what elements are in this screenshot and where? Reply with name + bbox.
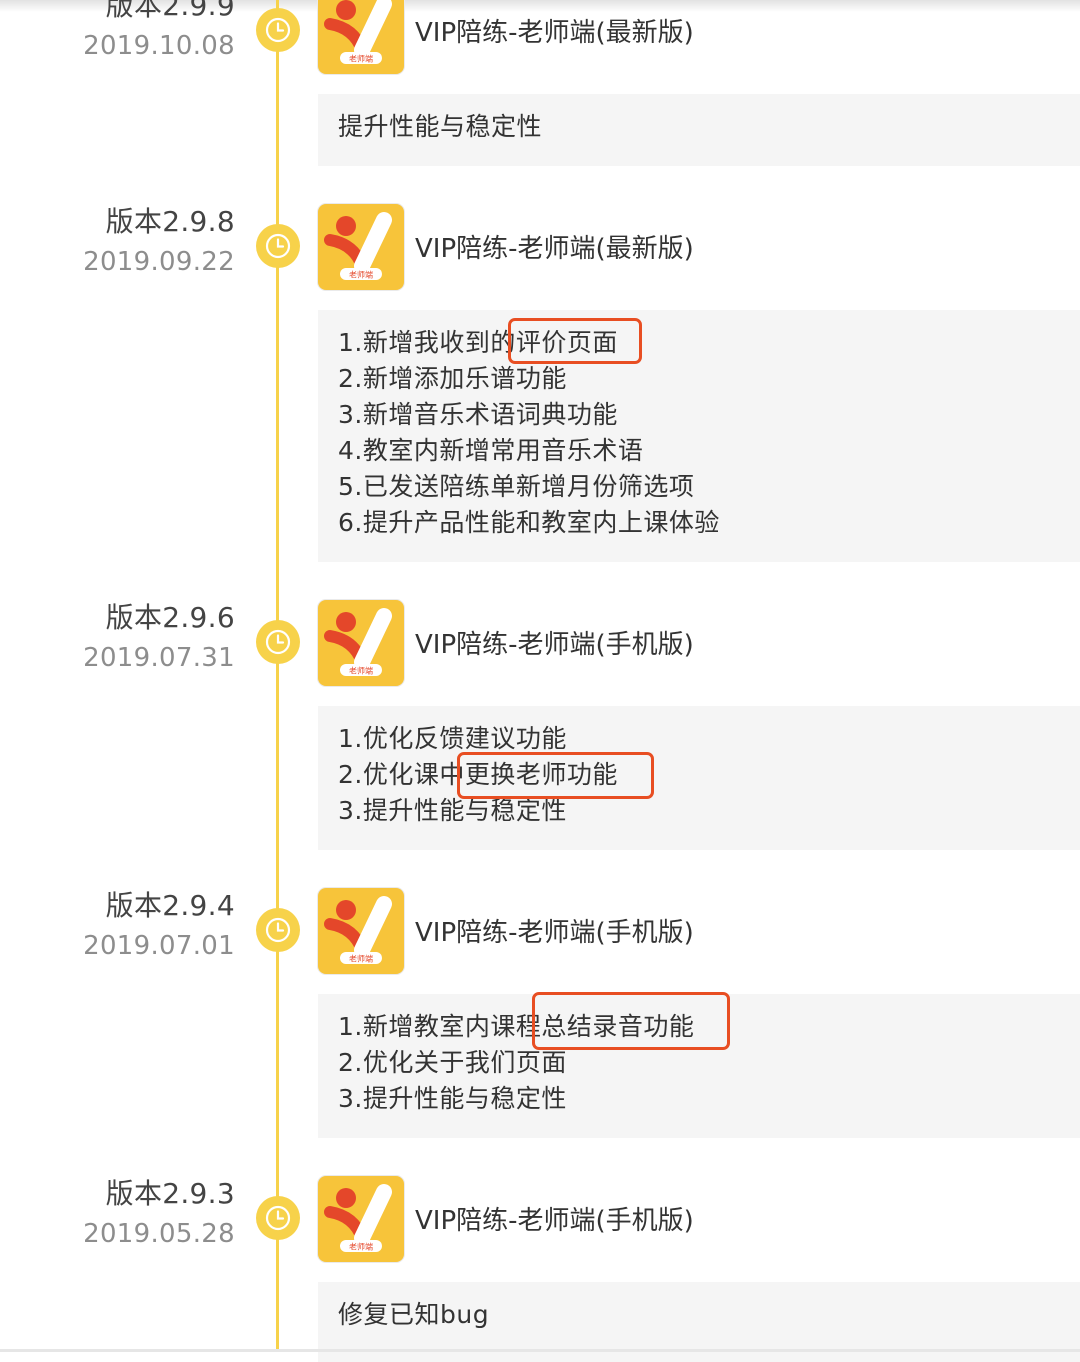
note-item: 2.优化关于我们页面 bbox=[338, 1048, 567, 1077]
app-icon[interactable]: 老师端 bbox=[318, 0, 404, 74]
icon-badge: 老师端 bbox=[349, 270, 373, 280]
version-label: 版本2.9.8 bbox=[105, 205, 235, 238]
note-item: 3.提升性能与稳定性 bbox=[338, 796, 567, 825]
icon-badge: 老师端 bbox=[349, 666, 373, 676]
app-name: VIP陪练-老师端(手机版) bbox=[415, 918, 694, 948]
release-date: 2019.07.31 bbox=[83, 643, 235, 673]
highlight-box bbox=[457, 752, 654, 799]
clock-icon bbox=[256, 1196, 300, 1240]
clock-icon bbox=[256, 908, 300, 952]
release-date: 2019.10.08 bbox=[83, 31, 235, 61]
note-item: 4.教室内新增常用音乐术语 bbox=[338, 436, 644, 465]
app-name: VIP陪练-老师端(最新版) bbox=[415, 18, 694, 48]
version-label: 版本2.9.4 bbox=[105, 889, 235, 922]
note-item: 3.新增音乐术语词典功能 bbox=[338, 400, 618, 429]
note-item: 1.新增我收到的评价页面 bbox=[338, 328, 618, 357]
app-name: VIP陪练-老师端(最新版) bbox=[415, 234, 694, 264]
version-label: 版本2.9.6 bbox=[105, 601, 235, 634]
app-icon[interactable]: 老师端 bbox=[318, 888, 404, 974]
app-icon[interactable]: 老师端 bbox=[318, 1176, 404, 1262]
note-item: 1.优化反馈建议功能 bbox=[338, 724, 567, 753]
release-date: 2019.09.22 bbox=[83, 247, 235, 277]
release-date: 2019.05.28 bbox=[83, 1219, 235, 1249]
note-item: 2.优化课中更换老师功能 bbox=[338, 760, 618, 789]
timeline-line bbox=[276, 0, 279, 1352]
release-date: 2019.07.01 bbox=[83, 931, 235, 961]
app-icon[interactable]: 老师端 bbox=[318, 204, 404, 290]
note-item: 修复已知bug bbox=[338, 1300, 490, 1329]
version-label: 版本2.9.9 bbox=[105, 0, 235, 22]
note-item: 2.新增添加乐谱功能 bbox=[338, 364, 567, 393]
clock-icon bbox=[256, 620, 300, 664]
icon-badge: 老师端 bbox=[349, 1242, 373, 1252]
note-item: 5.已发送陪练单新增月份筛选项 bbox=[338, 472, 695, 501]
note-item: 6.提升产品性能和教室内上课体验 bbox=[338, 508, 720, 537]
release-notes: 1.新增我收到的评价页面 2.新增添加乐谱功能 3.新增音乐术语词典功能 4.教… bbox=[318, 310, 1080, 562]
release-notes: 1.优化反馈建议功能 2.优化课中更换老师功能 3.提升性能与稳定性 bbox=[318, 706, 1080, 850]
icon-badge: 老师端 bbox=[349, 954, 373, 964]
highlight-box bbox=[508, 318, 642, 364]
highlight-box bbox=[532, 992, 730, 1050]
app-icon[interactable]: 老师端 bbox=[318, 600, 404, 686]
release-notes: 提升性能与稳定性 bbox=[318, 94, 1080, 166]
clock-icon bbox=[256, 224, 300, 268]
app-name: VIP陪练-老师端(手机版) bbox=[415, 1206, 694, 1236]
note-item: 3.提升性能与稳定性 bbox=[338, 1084, 567, 1113]
version-label: 版本2.9.3 bbox=[105, 1177, 235, 1210]
note-item: 提升性能与稳定性 bbox=[338, 112, 543, 141]
app-name: VIP陪练-老师端(手机版) bbox=[415, 630, 694, 660]
icon-badge: 老师端 bbox=[349, 54, 373, 64]
clock-icon bbox=[256, 8, 300, 52]
